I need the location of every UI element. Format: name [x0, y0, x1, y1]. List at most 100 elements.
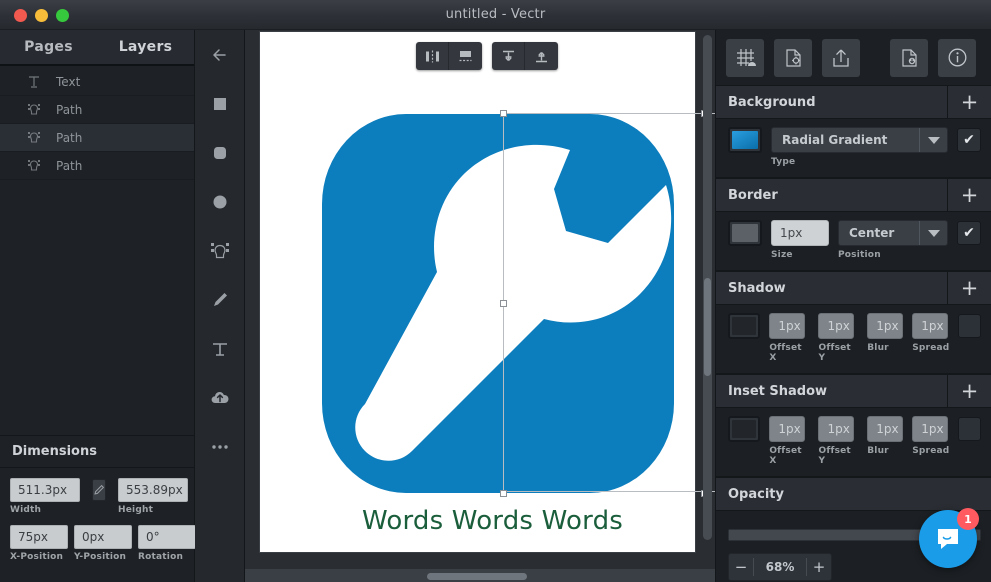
rectangle-tool[interactable]	[195, 79, 244, 128]
close-window-button[interactable]	[14, 9, 27, 22]
opacity-section-header: Opacity	[716, 477, 991, 511]
canvas-area[interactable]: Words Words Words	[245, 30, 715, 582]
shadow-enabled-checkbox[interactable]	[958, 314, 981, 338]
left-panel: Pages Layers Text Path Path	[0, 30, 195, 582]
opacity-decrease-button[interactable]: −	[729, 554, 753, 580]
inset-shadow-blur-input[interactable]: 1px	[867, 416, 903, 442]
ellipse-tool[interactable]	[195, 177, 244, 226]
distribute-horizontal-icon[interactable]	[416, 42, 449, 70]
background-section-body: Radial Gradient Type ✔	[716, 119, 991, 178]
shadow-blur-input[interactable]: 1px	[867, 313, 903, 339]
resize-handle-sw[interactable]	[500, 490, 507, 497]
vertical-scroll-thumb[interactable]	[704, 278, 711, 376]
minimize-window-button[interactable]	[35, 9, 48, 22]
background-type-value: Radial Gradient	[782, 133, 887, 147]
inset-shadow-spread-label: Spread	[912, 446, 949, 456]
maximize-window-button[interactable]	[56, 9, 69, 22]
layer-label: Text	[56, 75, 80, 89]
document-gear-icon[interactable]	[774, 39, 812, 77]
shadow-section-body: 1px Offset X 1px Offset Y 1px Blur 1px S…	[716, 305, 991, 374]
add-background-button[interactable]: +	[947, 86, 991, 119]
inset-shadow-color-swatch[interactable]	[728, 416, 760, 442]
add-shadow-button[interactable]: +	[947, 272, 991, 305]
tab-layers[interactable]: Layers	[97, 30, 194, 64]
canvas-horizontal-scrollbar[interactable]	[245, 568, 715, 582]
intercom-launcher-button[interactable]: 1	[919, 510, 977, 568]
dimensions-title: Dimensions	[0, 436, 194, 468]
pencil-tool[interactable]	[195, 275, 244, 324]
opacity-increase-button[interactable]: +	[807, 554, 831, 580]
cloud-upload-tool[interactable]	[195, 373, 244, 422]
add-border-button[interactable]: +	[947, 179, 991, 212]
list-item[interactable]: Path	[0, 96, 194, 124]
export-upload-icon[interactable]	[822, 39, 860, 77]
inset-shadow-blur-label: Blur	[867, 446, 903, 456]
height-input[interactable]: 553.89px	[118, 478, 188, 502]
horizontal-scroll-thumb[interactable]	[427, 573, 527, 580]
inset-shadow-spread-input[interactable]: 1px	[912, 416, 948, 442]
align-group-horizontal	[416, 42, 482, 70]
tab-pages[interactable]: Pages	[0, 30, 97, 64]
height-label: Height	[118, 505, 188, 515]
selection-box	[503, 113, 715, 492]
x-position-input[interactable]: 75px	[10, 525, 68, 549]
inset-shadow-offset-x-label: Offset X	[769, 446, 809, 466]
border-row: 1px Size Center Position ✔	[728, 220, 981, 260]
shadow-title: Shadow	[728, 281, 786, 296]
more-tools-button[interactable]	[195, 422, 244, 471]
border-section-header: Border +	[716, 178, 991, 212]
layer-label: Path	[56, 131, 82, 145]
link-aspect-ratio-icon[interactable]	[92, 479, 106, 501]
background-type-select[interactable]: Radial Gradient	[771, 127, 948, 153]
background-row: Radial Gradient Type ✔	[728, 127, 981, 167]
rotation-input[interactable]: 0°	[138, 525, 196, 549]
resize-handle-w[interactable]	[500, 300, 507, 307]
y-position-wrap: 0px Y-Position	[74, 525, 132, 562]
opacity-value[interactable]: 68%	[754, 560, 806, 574]
border-position-select[interactable]: Center	[838, 220, 948, 246]
shadow-offset-x-input[interactable]: 1px	[769, 313, 805, 339]
shadow-color-swatch[interactable]	[728, 313, 760, 339]
artboard-text[interactable]: Words Words Words	[275, 506, 710, 536]
path-layer-icon	[26, 102, 42, 118]
window-title: untitled - Vectr	[446, 7, 546, 22]
inset-shadow-offset-y-input[interactable]: 1px	[818, 416, 854, 442]
inset-shadow-enabled-checkbox[interactable]	[958, 417, 981, 441]
document-toolbar	[716, 30, 991, 85]
width-input[interactable]: 511.3px	[10, 478, 80, 502]
inset-shadow-section-body: 1px Offset X 1px Offset Y 1px Blur 1px S…	[716, 408, 991, 477]
y-position-input[interactable]: 0px	[74, 525, 132, 549]
list-item[interactable]: Path	[0, 152, 194, 180]
align-center-vertical-icon[interactable]	[525, 42, 558, 70]
inset-shadow-offset-y-label: Offset Y	[818, 446, 858, 466]
info-circle-icon[interactable]	[938, 39, 976, 77]
border-position-value: Center	[849, 226, 894, 240]
align-bottom-icon[interactable]	[449, 42, 482, 70]
add-inset-shadow-button[interactable]: +	[947, 375, 991, 408]
text-layer-icon	[26, 74, 42, 90]
grid-settings-icon[interactable]	[726, 39, 764, 77]
distribute-vertical-icon[interactable]	[492, 42, 525, 70]
border-size-input[interactable]: 1px	[771, 220, 829, 246]
background-color-swatch[interactable]	[728, 127, 762, 153]
back-arrow-tool[interactable]	[195, 30, 244, 79]
width-field-wrap: 511.3px Width	[10, 478, 80, 515]
align-toolbar	[416, 42, 558, 70]
canvas-vertical-scrollbar[interactable]	[703, 35, 712, 540]
background-type-label: Type	[771, 157, 948, 167]
chevron-down-icon	[919, 221, 947, 245]
list-item[interactable]: Path	[0, 124, 194, 152]
shadow-blur-label: Blur	[867, 343, 903, 353]
border-color-swatch[interactable]	[728, 220, 762, 246]
rounded-rectangle-tool[interactable]	[195, 128, 244, 177]
inset-shadow-offset-x-input[interactable]: 1px	[769, 416, 805, 442]
border-enabled-checkbox[interactable]: ✔	[957, 221, 981, 245]
shadow-offset-y-input[interactable]: 1px	[818, 313, 854, 339]
shadow-spread-input[interactable]: 1px	[912, 313, 948, 339]
path-tool[interactable]	[195, 226, 244, 275]
text-tool[interactable]	[195, 324, 244, 373]
list-item[interactable]: Text	[0, 68, 194, 96]
background-enabled-checkbox[interactable]: ✔	[957, 128, 981, 152]
document-download-icon[interactable]	[890, 39, 928, 77]
resize-handle-nw[interactable]	[500, 110, 507, 117]
